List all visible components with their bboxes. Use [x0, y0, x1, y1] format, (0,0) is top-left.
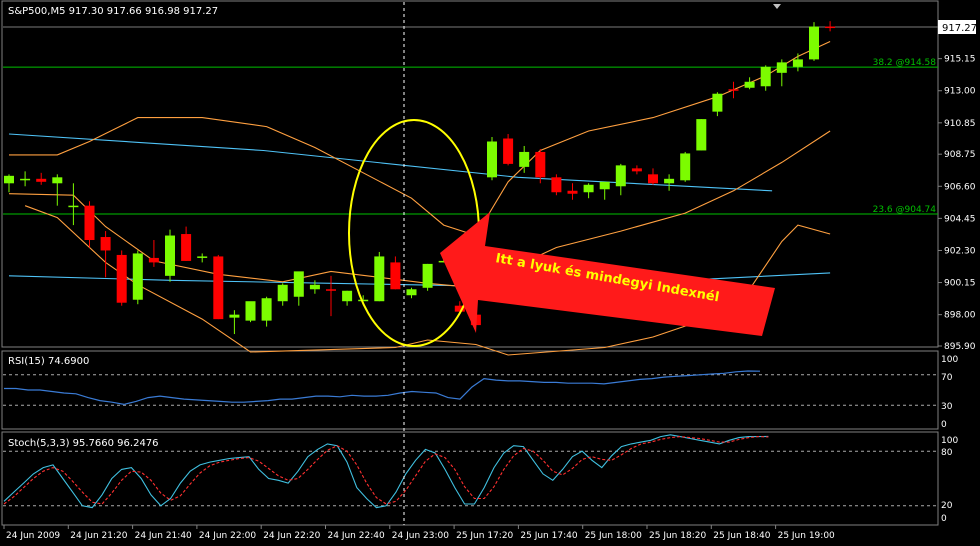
- candle-body[interactable]: [181, 234, 192, 261]
- bollinger-middle[interactable]: [8, 130, 831, 289]
- price-axis-label: 904.45: [944, 214, 976, 224]
- candle-body[interactable]: [52, 177, 63, 184]
- rsi-label: RSI(15) 74.6900: [8, 356, 89, 367]
- highlight-ellipse: [348, 119, 480, 347]
- candle-body[interactable]: [728, 89, 739, 91]
- time-axis-label: 25 Jun 18:40: [713, 531, 770, 541]
- time-axis-label: 24 Jun 21:40: [135, 531, 192, 541]
- rsi-tick-70: 70: [941, 373, 953, 383]
- candle-body[interactable]: [631, 168, 642, 172]
- candle-body[interactable]: [712, 93, 723, 112]
- candle-body[interactable]: [293, 271, 304, 297]
- time-axis-label: 24 Jun 22:40: [328, 531, 385, 541]
- main-chart-header: S&P500,M5 917.30 917.66 916.98 917.27: [8, 6, 218, 17]
- candle-body[interactable]: [277, 284, 288, 302]
- candle-body[interactable]: [148, 257, 159, 263]
- trading-chart[interactable]: 915.15 913.00 910.85 908.75 906.60 904.45 902.…: [0, 0, 980, 542]
- candle-body[interactable]: [261, 298, 272, 321]
- candle-body[interactable]: [503, 138, 514, 164]
- candle-body[interactable]: [326, 289, 336, 291]
- stoch-tick-100: 100: [941, 436, 958, 446]
- candle-body[interactable]: [599, 181, 610, 190]
- candle-body[interactable]: [229, 314, 240, 318]
- candle-body[interactable]: [535, 151, 546, 178]
- price-axis-label: 900.15: [944, 279, 976, 289]
- candle-body[interactable]: [342, 290, 353, 302]
- candle-body[interactable]: [358, 299, 369, 302]
- candle-body[interactable]: [406, 289, 417, 296]
- rsi-panel-frame: [1, 350, 939, 430]
- candle-body[interactable]: [245, 301, 256, 321]
- time-axis-label: 24 Jun 23:00: [392, 531, 449, 541]
- candle-body[interactable]: [680, 153, 691, 181]
- rsi-line[interactable]: [4, 370, 761, 406]
- candle-body[interactable]: [519, 151, 530, 167]
- fib-label-23: 23.6 @904.74: [873, 205, 937, 215]
- candle-body[interactable]: [664, 178, 675, 184]
- candle-body[interactable]: [116, 254, 127, 303]
- candle-body[interactable]: [583, 184, 594, 193]
- candle-body[interactable]: [132, 253, 143, 300]
- candle-body[interactable]: [422, 263, 433, 288]
- candle-body[interactable]: [696, 119, 707, 151]
- time-axis-label: 25 Jun 17:20: [456, 531, 513, 541]
- time-axis-label: 25 Jun 17:40: [520, 531, 577, 541]
- candle-body[interactable]: [760, 66, 771, 87]
- chart-window[interactable]: 915.15 913.00 910.85 908.75 906.60 904.45 902.…: [0, 0, 980, 542]
- stoch-tick-0: 0: [941, 514, 947, 524]
- time-axis-label: 25 Jun 18:20: [649, 531, 706, 541]
- candle-body[interactable]: [100, 237, 111, 251]
- stoch-label: Stoch(5,3,3) 95.7660 96.2476: [8, 438, 159, 449]
- price-axis-label: 898.00: [944, 311, 976, 321]
- candle-body[interactable]: [390, 262, 401, 290]
- price-axis-label: 895.90: [944, 342, 976, 352]
- bollinger-upper[interactable]: [9, 41, 831, 237]
- candle-body[interactable]: [648, 174, 658, 184]
- time-axis-label: 25 Jun 18:00: [585, 531, 642, 541]
- time-axis-label: 25 Jun 19:00: [778, 531, 835, 541]
- candle-body[interactable]: [825, 26, 836, 29]
- time-axis-label: 24 Jun 22:00: [199, 531, 256, 541]
- candle-body[interactable]: [165, 235, 175, 276]
- price-axis-label: 906.60: [944, 182, 976, 192]
- candle-body[interactable]: [20, 178, 31, 181]
- candle-body[interactable]: [213, 256, 224, 320]
- candle-body[interactable]: [36, 178, 47, 182]
- candle-body[interactable]: [792, 59, 803, 67]
- candle-body[interactable]: [309, 284, 320, 290]
- candle-body[interactable]: [567, 190, 578, 194]
- candle-body[interactable]: [4, 175, 14, 184]
- price-axis-label: 902.30: [944, 246, 976, 256]
- rsi-tick-30: 30: [941, 402, 953, 412]
- rsi-tick-100: 100: [941, 355, 958, 365]
- fib-label-38: 38.2 @914.58: [873, 58, 937, 68]
- shift-marker-icon[interactable]: [773, 4, 781, 9]
- price-axis-label: 908.75: [944, 150, 976, 160]
- candle-body[interactable]: [776, 62, 787, 73]
- price-axis-label: 913.00: [944, 87, 976, 97]
- candle-body[interactable]: [374, 256, 385, 302]
- candle-body[interactable]: [551, 177, 562, 193]
- stoch-tick-80: 80: [941, 448, 953, 458]
- candle-body[interactable]: [197, 256, 208, 258]
- candle-body[interactable]: [84, 205, 95, 241]
- price-tag: 917.27: [942, 23, 977, 34]
- candle-body[interactable]: [615, 165, 626, 187]
- time-axis-label: 24 Jun 21:20: [70, 531, 127, 541]
- candle-body[interactable]: [487, 141, 497, 178]
- candle-body[interactable]: [744, 81, 755, 88]
- rsi-tick-0: 0: [941, 420, 947, 430]
- candle-body[interactable]: [68, 205, 79, 208]
- price-axis-label: 915.15: [944, 55, 976, 65]
- price-axis-label: 910.85: [944, 119, 976, 129]
- time-axis-label: 24 Jun 22:20: [263, 531, 320, 541]
- stoch-tick-20: 20: [941, 501, 953, 511]
- time-axis-label: 24 Jun 2009: [6, 531, 60, 541]
- candle-body[interactable]: [809, 26, 819, 60]
